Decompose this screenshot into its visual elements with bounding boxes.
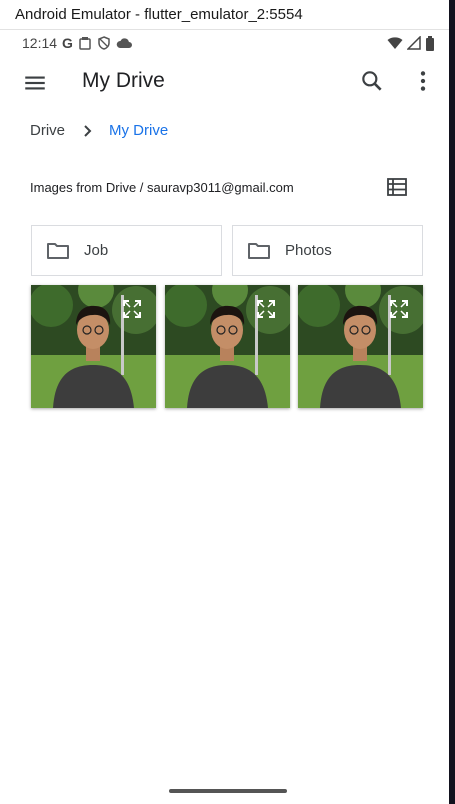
breadcrumb-root[interactable]: Drive [30,122,65,139]
expand-icon[interactable] [389,299,409,319]
image-tile[interactable] [298,285,423,408]
breadcrumb-current: My Drive [109,122,169,139]
section-header: Images from Drive / sauravp3011@gmail.co… [30,180,294,195]
app-bar: My Drive [8,56,449,108]
breadcrumb: Drive My Drive [30,122,168,139]
folder-card-job[interactable]: Job [31,225,222,276]
window-title-bar[interactable]: Android Emulator - flutter_emulator_2:55… [0,0,449,30]
search-icon[interactable] [359,68,385,94]
chevron-right-icon [84,124,92,137]
wifi-icon [387,37,403,49]
gesture-nav-handle[interactable] [169,789,287,793]
cloud-icon [116,38,132,48]
status-left: 12:14 G [22,35,132,51]
folder-icon [248,242,270,259]
folder-card-photos[interactable]: Photos [232,225,423,276]
expand-icon[interactable] [256,299,276,319]
device-screen: 12:14 G My Drive Drive My Drive Images f… [8,30,449,804]
google-g-icon: G [62,35,73,51]
expand-icon[interactable] [122,299,142,319]
image-tile[interactable] [165,285,290,408]
more-vert-icon[interactable] [410,68,436,94]
status-bar: 12:14 G [8,30,449,56]
menu-icon[interactable] [22,70,48,96]
shield-icon [98,36,110,50]
list-view-icon[interactable] [386,176,408,198]
page-title: My Drive [82,69,165,92]
image-tile[interactable] [31,285,156,408]
battery-icon [426,35,434,51]
folder-name: Job [84,242,109,259]
folder-icon [47,242,69,259]
window-title: Android Emulator - flutter_emulator_2:55… [15,6,303,23]
status-time: 12:14 [22,35,58,51]
emulator-window: Android Emulator - flutter_emulator_2:55… [0,0,449,804]
clipboard-icon [79,37,91,50]
signal-icon [407,36,421,50]
status-right [387,35,435,51]
folder-name: Photos [285,242,332,259]
